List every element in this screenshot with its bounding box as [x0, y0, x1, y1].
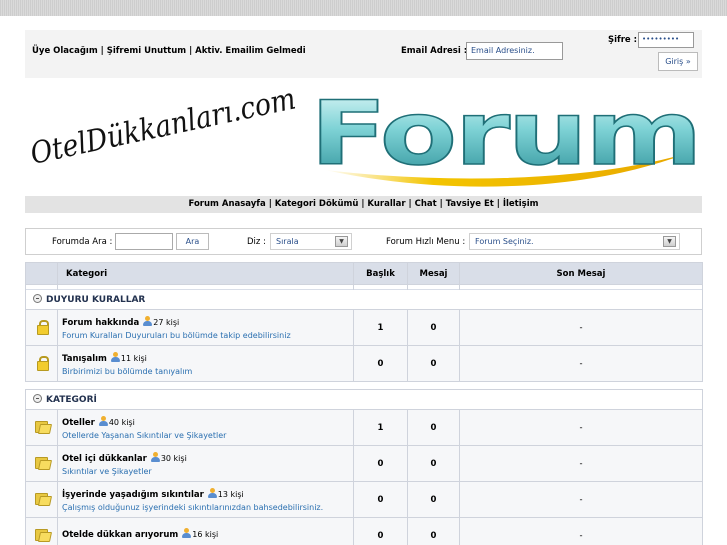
user-count: 13 kişi [217, 489, 244, 499]
user-icon [182, 528, 192, 538]
main-nav[interactable]: Forum Anasayfa | Kategori Dökümü | Kural… [25, 196, 702, 213]
message-count: 0 [407, 345, 460, 382]
folder-icon [34, 492, 49, 505]
user-count: 30 kişi [160, 453, 187, 463]
section-header[interactable]: DUYURU KURALLAR [25, 289, 703, 310]
search-toolbar: Forumda Ara : Ara Diz : Sırala ▼ Forum H… [25, 228, 702, 255]
email-label: Email Adresi : [401, 46, 468, 56]
header-icon-col [25, 262, 58, 285]
section-title: KATEGORİ [46, 395, 97, 405]
quick-menu-label: Forum Hızlı Menu : [386, 237, 466, 247]
user-icon [150, 451, 160, 462]
forum-table: Kategori Başlık Mesaj Son Mesaj DUYURU K… [25, 262, 703, 545]
top-strip [0, 0, 727, 16]
forum-name-link[interactable]: Otel içi dükkanlar [62, 454, 147, 464]
last-message: - [459, 445, 703, 482]
password-label: Şifre : [608, 35, 638, 45]
message-count: 0 [407, 445, 460, 482]
header-baslik: Başlık [353, 262, 408, 285]
user-icon [110, 351, 120, 362]
search-button[interactable]: Ara [176, 233, 209, 250]
chevron-down-icon: ▼ [663, 236, 676, 247]
forum-logo-text: Forum [310, 84, 700, 185]
table-row[interactable]: Oteller 40 kişi Otellerde Yaşanan Sıkıntı… [25, 409, 703, 446]
quick-menu-select[interactable]: Forum Seçiniz. ▼ [469, 233, 680, 250]
header-mesaj: Mesaj [407, 262, 460, 285]
forum-description: Forum Kuralları Duyuruları bu bölümde ta… [62, 330, 291, 340]
topic-count: 0 [353, 445, 408, 482]
message-count: 0 [407, 517, 460, 545]
login-bar: Üye Olacağım | Şifremi Unuttum | Aktiv. … [25, 30, 702, 78]
forum-name-link[interactable]: Oteller [62, 418, 95, 428]
topic-count: 0 [353, 517, 408, 545]
topic-count: 0 [353, 345, 408, 382]
forum-name-link[interactable]: İşyerinde yaşadığım sıkıntılar [62, 490, 204, 500]
forum-description: Sıkıntılar ve Şikayetler [62, 466, 152, 476]
password-field[interactable]: ••••••••• [638, 32, 694, 48]
lock-icon [36, 319, 49, 335]
forum-description: Çalışmış olduğunuz işyerindeki sıkıntıla… [62, 502, 324, 512]
table-row[interactable]: Otel içi dükkanlar 30 kişi Sıkıntılar ve … [25, 445, 703, 482]
folder-icon [34, 528, 49, 541]
search-label: Forumda Ara : [52, 237, 113, 247]
quick-menu-value: Forum Seçiniz. [475, 237, 534, 246]
message-count: 0 [407, 409, 460, 446]
sort-select-value: Sırala [276, 237, 299, 246]
section-title: DUYURU KURALLAR [46, 295, 146, 305]
message-count: 0 [407, 481, 460, 518]
sort-label: Diz : [247, 237, 266, 247]
login-button[interactable]: Giriş » [658, 52, 698, 71]
table-row[interactable]: Forum hakkında 27 kişi Forum Kuralları Du… [25, 309, 703, 346]
folder-icon [34, 420, 49, 433]
forum-name-link[interactable]: Tanışalım [62, 354, 107, 364]
chevron-down-icon: ▼ [335, 236, 348, 247]
forum-name-link[interactable]: Otelde dükkan arıyorum [62, 530, 178, 540]
account-links[interactable]: Üye Olacağım | Şifremi Unuttum | Aktiv. … [32, 46, 306, 56]
collapse-icon[interactable] [33, 294, 42, 303]
table-row[interactable]: Tanışalım 11 kişi Birbirimizi bu bölümde … [25, 345, 703, 382]
forum-description: Otellerde Yaşanan Sıkıntılar ve Şikayetl… [62, 430, 227, 440]
last-message: - [459, 309, 703, 346]
user-count: 11 kişi [120, 353, 147, 363]
site-logo[interactable]: Forum OtelDükkanları.com [25, 81, 703, 192]
last-message: - [459, 481, 703, 518]
message-count: 0 [407, 309, 460, 346]
user-count: 27 kişi [153, 317, 180, 327]
site-name-text: OtelDükkanları.com [27, 84, 298, 172]
table-header: Kategori Başlık Mesaj Son Mesaj [25, 262, 703, 285]
sort-select[interactable]: Sırala ▼ [270, 233, 352, 250]
last-message: - [459, 409, 703, 446]
topic-count: 1 [353, 309, 408, 346]
folder-icon [34, 456, 49, 469]
logo-graphic: Forum OtelDükkanları.com [27, 81, 703, 187]
user-count: 16 kişi [192, 530, 219, 539]
email-field[interactable]: Email Adresiniz. [466, 42, 563, 60]
table-row[interactable]: İşyerinde yaşadığım sıkıntılar 13 kişi Ça… [25, 481, 703, 518]
search-input[interactable] [115, 233, 173, 250]
collapse-icon[interactable] [33, 394, 42, 403]
user-icon [98, 415, 108, 426]
lock-icon [36, 355, 49, 371]
header-son-mesaj: Son Mesaj [459, 262, 703, 285]
header-kategori: Kategori [57, 262, 354, 285]
forum-name-link[interactable]: Forum hakkında [62, 318, 139, 328]
topic-count: 0 [353, 481, 408, 518]
table-row[interactable]: Otelde dükkan arıyorum 16 kişi 0 0 - [25, 517, 703, 545]
user-icon [207, 487, 217, 498]
section-header[interactable]: KATEGORİ [25, 389, 703, 410]
last-message: - [459, 345, 703, 382]
user-icon [143, 315, 153, 326]
topic-count: 1 [353, 409, 408, 446]
user-count: 40 kişi [108, 417, 135, 427]
forum-description: Birbirimizi bu bölümde tanıyalım [62, 366, 193, 376]
last-message: - [459, 517, 703, 545]
